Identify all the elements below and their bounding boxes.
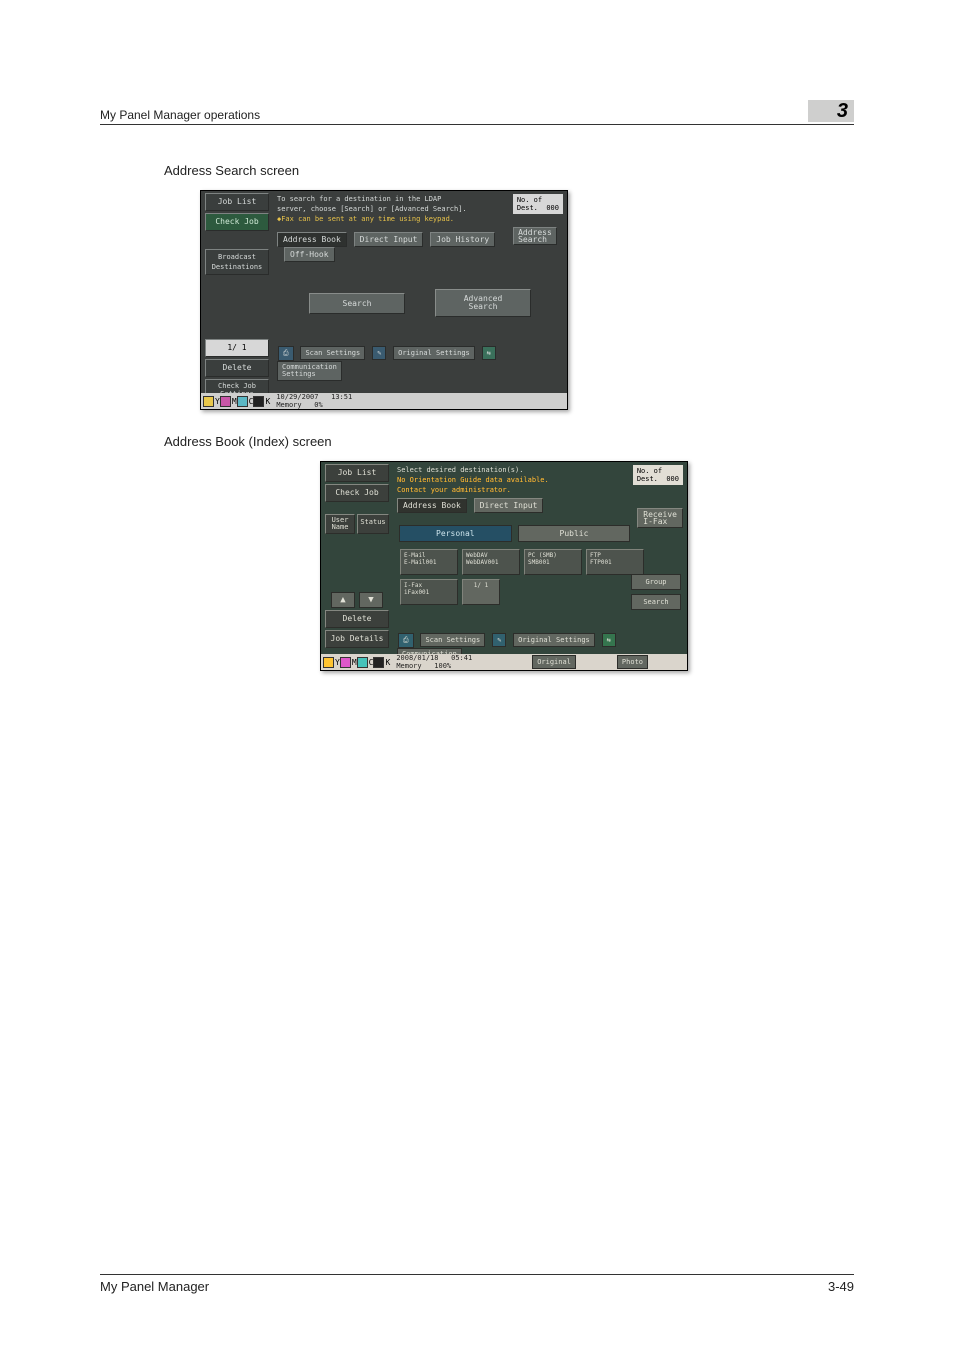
communication-settings-icon: ⇆: [602, 633, 616, 647]
check-job-button[interactable]: Check Job: [325, 484, 389, 502]
dest-webdav-chip[interactable]: WebDAV WebDAV001: [462, 549, 520, 575]
section-title-address-search: Address Search screen: [164, 163, 854, 178]
job-details-button[interactable]: Job Details: [325, 630, 389, 648]
tab-job-history[interactable]: Job History: [430, 232, 495, 247]
status-date: 2008/01/18: [396, 654, 438, 662]
page-footer: My Panel Manager 3-49: [100, 1274, 854, 1294]
page-indicator: 1/ 1: [205, 339, 269, 357]
delete-button[interactable]: Delete: [325, 610, 389, 628]
delete-button[interactable]: Delete: [205, 359, 269, 377]
toner-y-icon: [323, 657, 334, 668]
memory-label: Memory: [276, 401, 301, 409]
scan-settings-icon: ⎙: [398, 633, 414, 648]
receive-ifax-button[interactable]: Receive I-Fax: [637, 508, 683, 528]
original-settings-button[interactable]: Original Settings: [513, 633, 595, 647]
broadcast-destinations-button[interactable]: Broadcast Destinations: [205, 249, 269, 275]
destination-count-box: No. of Dest. 000: [633, 465, 683, 485]
status-date: 10/29/2007: [276, 393, 318, 401]
footer-page-number: 3-49: [828, 1279, 854, 1294]
group-button[interactable]: Group: [631, 574, 681, 590]
search-button[interactable]: Search: [309, 293, 405, 314]
user-name-col: User Name: [325, 514, 355, 534]
status-bar: Y M C K 10/29/2007 13:51 Memory 0%: [201, 393, 567, 409]
page-header: My Panel Manager operations 3: [100, 100, 854, 125]
off-hook-button[interactable]: Off-Hook: [284, 247, 335, 262]
subtab-personal[interactable]: Personal: [399, 525, 512, 542]
toner-c-icon: [237, 396, 248, 407]
original-settings-icon: ✎: [372, 346, 386, 360]
toner-y-icon: [203, 396, 214, 407]
toner-c-icon: [357, 657, 368, 668]
toner-k-icon: [253, 396, 264, 407]
dest-email-chip[interactable]: E-Mail E-Mail001: [400, 549, 458, 575]
section-title-address-book-index: Address Book (Index) screen: [164, 434, 854, 449]
memory-value: 100%: [434, 662, 451, 670]
address-search-screenshot: Job List Check Job Broadcast Destination…: [200, 190, 568, 410]
subtab-public[interactable]: Public: [518, 525, 631, 542]
status-bar: Y M C K 2008/01/18 05:41 Memory 100% Ori…: [321, 654, 687, 670]
footer-title: My Panel Manager: [100, 1279, 209, 1294]
tab-address-book[interactable]: Address Book: [397, 498, 467, 513]
dest-ftp-chip[interactable]: FTP FTP001: [586, 549, 644, 575]
scan-settings-icon: ⎙: [278, 346, 294, 361]
scan-settings-button[interactable]: Scan Settings: [420, 633, 485, 647]
status-time: 13:51: [331, 393, 352, 401]
memory-value: 0%: [314, 401, 322, 409]
job-list-button[interactable]: Job List: [205, 193, 269, 211]
tab-address-search[interactable]: Address Search: [513, 227, 557, 245]
tab-direct-input[interactable]: Direct Input: [354, 232, 424, 247]
original-settings-icon: ✎: [492, 633, 506, 647]
chapter-number-badge: 3: [808, 100, 854, 122]
toner-m-icon: [340, 657, 351, 668]
communication-settings-button[interactable]: Communication Settings: [277, 361, 342, 381]
job-list-button[interactable]: Job List: [325, 464, 389, 482]
toner-k-icon: [373, 657, 384, 668]
advanced-search-button[interactable]: Advanced Search: [435, 289, 531, 317]
address-book-index-screenshot: Job List Check Job User Name Status ▲ ▼ …: [320, 461, 688, 671]
memory-label: Memory: [396, 662, 421, 670]
photo-button[interactable]: Photo: [617, 655, 648, 669]
search-button[interactable]: Search: [631, 594, 681, 610]
toner-m-icon: [220, 396, 231, 407]
tab-direct-input[interactable]: Direct Input: [474, 498, 544, 513]
status-col: Status: [357, 514, 389, 534]
chip-page-indicator: 1/ 1: [462, 579, 500, 605]
dest-smb-chip[interactable]: PC (SMB) SMB001: [524, 549, 582, 575]
scroll-down-button[interactable]: ▼: [359, 592, 383, 608]
destination-count-box: No. of Dest. 000: [513, 194, 563, 214]
scroll-up-button[interactable]: ▲: [331, 592, 355, 608]
original-button[interactable]: Original: [532, 655, 576, 669]
check-job-button[interactable]: Check Job: [205, 213, 269, 231]
tab-address-book[interactable]: Address Book: [277, 232, 347, 247]
status-time: 05:41: [451, 654, 472, 662]
communication-settings-icon: ⇆: [482, 346, 496, 360]
page-header-title: My Panel Manager operations: [100, 108, 260, 122]
dest-ifax-chip[interactable]: I-Fax iFax001: [400, 579, 458, 605]
original-settings-button[interactable]: Original Settings: [393, 346, 475, 360]
scan-settings-button[interactable]: Scan Settings: [300, 346, 365, 360]
